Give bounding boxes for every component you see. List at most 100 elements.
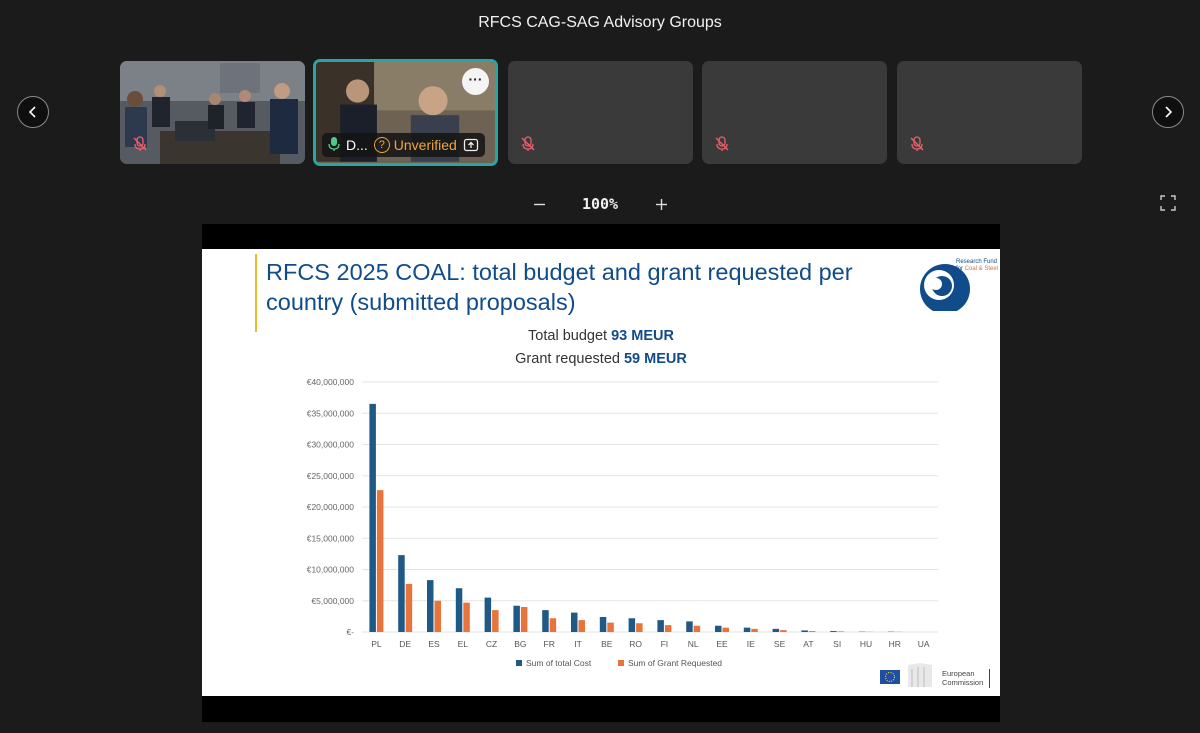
- share-icon[interactable]: [463, 137, 479, 153]
- participant-name: D...: [346, 137, 368, 153]
- x-tick-label: BE: [601, 639, 613, 649]
- y-tick-label: €15,000,000: [307, 533, 355, 543]
- bar-grant-requested: [837, 631, 845, 632]
- x-tick-label: ES: [428, 639, 440, 649]
- x-tick-label: NL: [688, 639, 699, 649]
- previous-page-button[interactable]: [17, 96, 49, 128]
- bar-total-cost: [599, 617, 607, 632]
- y-tick-label: €-: [346, 627, 354, 637]
- bar-total-cost: [657, 620, 664, 632]
- bar-total-cost: [484, 597, 492, 632]
- window-title: RFCS CAG-SAG Advisory Groups: [478, 14, 722, 31]
- bar-total-cost: [628, 618, 636, 632]
- zoom-out-button[interactable]: [528, 193, 550, 215]
- fullscreen-button[interactable]: [1160, 195, 1178, 213]
- x-tick-label: AT: [803, 639, 813, 649]
- x-tick-label: DE: [399, 639, 411, 649]
- bar-total-cost: [772, 628, 780, 632]
- expand-icon: [1160, 195, 1176, 211]
- bar-total-cost: [715, 625, 722, 632]
- bar-total-cost: [398, 555, 405, 632]
- x-tick-label: BG: [514, 639, 526, 649]
- participant-tile-active[interactable]: ··· D... ? Unverified: [313, 59, 498, 166]
- legend-swatch: [618, 660, 624, 666]
- ec-line2: Commission: [942, 678, 984, 687]
- plus-icon: [655, 198, 667, 210]
- legend-label: Sum of total Cost: [526, 658, 592, 668]
- y-tick-label: €25,000,000: [307, 471, 355, 481]
- bar-total-cost: [743, 627, 751, 632]
- bar-total-cost: [427, 580, 434, 632]
- bar-grant-requested: [376, 490, 384, 632]
- x-tick-label: HU: [860, 639, 872, 649]
- y-tick-label: €40,000,000: [307, 377, 355, 387]
- bar-grant-requested: [722, 627, 729, 632]
- zoom-in-button[interactable]: [650, 193, 672, 215]
- legend-swatch: [516, 660, 522, 666]
- ec-line1: European: [942, 669, 975, 678]
- bar-grant-requested: [636, 623, 643, 632]
- muted-indicator: [710, 132, 734, 156]
- zoom-level: 100%: [581, 195, 619, 213]
- muted-indicator: [516, 132, 540, 156]
- bar-total-cost: [455, 588, 463, 632]
- x-tick-label: FI: [661, 639, 669, 649]
- european-commission-text: European Commission: [942, 669, 983, 687]
- bar-total-cost: [513, 605, 520, 632]
- x-tick-label: EL: [458, 639, 469, 649]
- x-tick-label: CZ: [486, 639, 497, 649]
- bar-grant-requested: [751, 628, 758, 632]
- participant-tile-meeting-room[interactable]: [120, 61, 305, 164]
- next-page-button[interactable]: [1152, 96, 1184, 128]
- bar-grant-requested: [693, 625, 701, 632]
- x-tick-label: EE: [716, 639, 728, 649]
- x-tick-label: FR: [544, 639, 555, 649]
- bar-grant-requested: [607, 622, 614, 632]
- ec-divider: [989, 669, 990, 688]
- y-tick-label: €5,000,000: [311, 596, 354, 606]
- european-commission-logo: [880, 663, 932, 687]
- participant-tile[interactable]: [508, 61, 693, 164]
- bar-grant-requested: [434, 600, 441, 632]
- bar-grant-requested: [549, 618, 557, 632]
- x-tick-label: UA: [918, 639, 930, 649]
- question-icon: ?: [373, 137, 390, 153]
- legend-label: Sum of Grant Requested: [628, 658, 722, 668]
- bar-total-cost: [369, 403, 376, 632]
- x-tick-label: HR: [889, 639, 901, 649]
- participant-name-chip: D... ? Unverified: [322, 133, 485, 157]
- mic-off-icon: [521, 136, 535, 151]
- x-tick-label: PL: [371, 639, 382, 649]
- bar-total-cost: [801, 630, 808, 632]
- bar-grant-requested: [520, 607, 528, 632]
- bar-grant-requested: [578, 620, 585, 632]
- chevron-left-icon: [28, 106, 36, 118]
- shared-screen: RFCS 2025 COAL: total budget and grant r…: [202, 224, 1000, 722]
- bar-total-cost: [571, 612, 578, 632]
- y-tick-label: €20,000,000: [307, 502, 355, 512]
- x-tick-label: RO: [629, 639, 642, 649]
- bar-grant-requested: [780, 630, 787, 632]
- presentation-slide: RFCS 2025 COAL: total budget and grant r…: [202, 249, 1000, 696]
- mic-off-icon: [715, 136, 729, 151]
- x-tick-label: SI: [833, 639, 841, 649]
- y-tick-label: €10,000,000: [307, 565, 355, 575]
- participant-tile[interactable]: [702, 61, 887, 164]
- x-tick-label: IT: [574, 639, 582, 649]
- y-tick-label: €30,000,000: [307, 440, 355, 450]
- participant-tile[interactable]: [897, 61, 1082, 164]
- bar-total-cost: [686, 621, 693, 632]
- mic-icon: [328, 136, 340, 155]
- more-options-button[interactable]: ···: [462, 68, 489, 95]
- bar-grant-requested: [808, 631, 816, 632]
- muted-indicator: [905, 132, 929, 156]
- mic-off-icon: [133, 136, 147, 151]
- bar-grant-requested: [492, 610, 499, 632]
- unverified-badge: ? Unverified: [373, 137, 457, 153]
- x-tick-label: IE: [747, 639, 755, 649]
- x-tick-label: SE: [774, 639, 786, 649]
- bar-grant-requested: [664, 625, 672, 632]
- mic-off-icon: [910, 136, 924, 151]
- chevron-right-icon: [1165, 106, 1173, 118]
- zoom-controls: 100%: [528, 193, 672, 215]
